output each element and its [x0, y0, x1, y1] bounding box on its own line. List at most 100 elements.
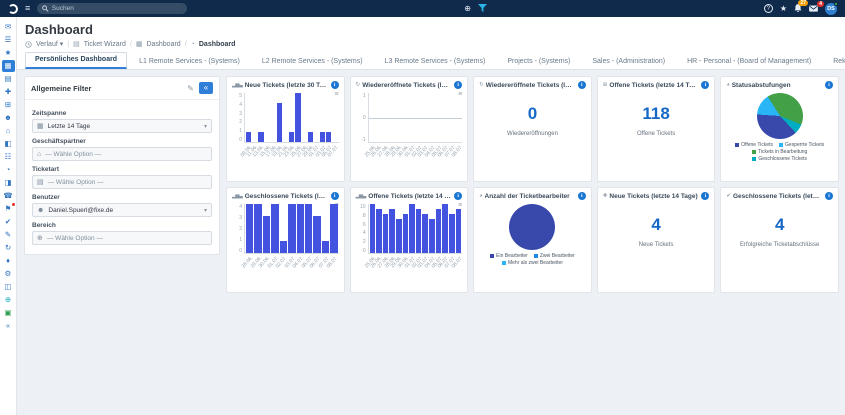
sidebar-item-settings-icon[interactable]: ⚙	[2, 268, 15, 280]
geschaeftspartner-select[interactable]: ⌂ — Wähle Option —	[32, 147, 212, 161]
breadcrumb-dashboard[interactable]: Dashboard	[146, 41, 180, 48]
benutzer-select[interactable]: ☻ Daniel.Spuerl@fixe.de ▾	[32, 203, 212, 217]
tab-pers-nliches-dashboard[interactable]: Persönliches Dashboard	[25, 52, 128, 69]
sidebar-item-new-ticket-icon[interactable]: ✚	[2, 86, 15, 98]
sidebar-item-dashboard-icon[interactable]: ▦	[1, 60, 15, 72]
info-icon[interactable]: i	[330, 81, 339, 89]
bar-chart: 5 4 3 2 1 0 09.06. 11.06. 13.06. 15.06. 17.06. 19.0…	[232, 93, 340, 158]
info-icon[interactable]: i	[701, 192, 710, 200]
x-tick: 08.07.	[450, 254, 464, 269]
sidebar-item-reports-icon[interactable]: ◨	[2, 177, 15, 189]
page-header: Dashboard Verlauf ▾ | ▤ Ticket Wizard / …	[17, 17, 845, 48]
tab-projects-systems[interactable]: Projects - (Systems)	[497, 54, 580, 69]
sidebar-item-favorites-icon[interactable]: ★	[2, 47, 15, 59]
filter-label-bereich: Bereich	[32, 222, 56, 229]
tab-sales-administration[interactable]: Sales - (Administration)	[582, 54, 675, 69]
sidebar-item-phone-icon[interactable]: ☎	[2, 190, 15, 202]
x-axis-labels: 25.06. 26.06. 27.06. 28.06. 29.06. 30.06. 01.0…	[363, 254, 464, 269]
widget-offene-tickets-stat: ⊞ Offene Tickets (letzte 14 Tage) i 118 Offe…	[596, 76, 716, 182]
info-icon[interactable]: i	[330, 192, 339, 200]
global-search[interactable]	[37, 3, 188, 14]
user-avatar[interactable]: DS	[825, 1, 839, 15]
clock-icon	[25, 40, 32, 48]
tab-reklamationen-administration[interactable]: Reklamationen - (Administration)	[823, 54, 845, 69]
info-icon[interactable]: i	[824, 192, 833, 200]
widget-header: ▂▅▃ Neue Tickets (letzte 30 Tage) i	[232, 81, 339, 89]
legend-swatch	[752, 150, 757, 154]
sidebar-item-calendar-icon[interactable]: ⊞	[2, 99, 15, 111]
sidebar-item-customers-icon[interactable]: ☻	[2, 112, 15, 124]
tab-hr-personal-board-of-management[interactable]: HR - Personal - (Board of Management)	[677, 54, 821, 69]
y-axis: 10 8 6 4 2 0	[356, 204, 366, 254]
legend-label: Gesperrte Tickets	[785, 142, 825, 148]
hamburger-menu-icon[interactable]: ≡	[25, 4, 30, 13]
widget-header: ▂▅▃Offene Tickets (letzte 14 Tage)i	[356, 192, 463, 200]
sidebar-item-status-icon[interactable]: ▣	[2, 307, 15, 319]
info-icon[interactable]: i	[454, 192, 463, 200]
sidebar-item-sync-icon[interactable]: ↻	[2, 242, 15, 254]
sidebar-item-knowledge-base-icon[interactable]: ☷	[2, 151, 15, 163]
chevron-down-icon: ▾	[59, 41, 64, 48]
y-tick-label: 4	[362, 230, 366, 237]
widget-header: ⊞ Offene Tickets (letzte 14 Tage) i	[603, 81, 710, 89]
notifications-bell-icon[interactable]: 27	[794, 0, 809, 13]
sidebar-item-organizations-icon[interactable]: ⌂	[2, 125, 15, 137]
help-icon[interactable]: ?	[763, 4, 773, 13]
filter-funnel-icon[interactable]	[477, 4, 487, 13]
bar	[396, 218, 402, 253]
collapse-panel-button[interactable]: «	[199, 82, 213, 94]
tab-l1-remote-services-systems[interactable]: L1 Remote Services - (Systems)	[129, 54, 250, 69]
favorites-star-icon[interactable]: ★	[780, 4, 787, 13]
edit-pencil-icon[interactable]: ✎	[187, 84, 194, 93]
widget-title: Offene Tickets (letzte 14 Tage)	[609, 81, 699, 89]
sidebar-item-admin-icon[interactable]: ◫	[2, 281, 15, 293]
sidebar-item-tickets-icon[interactable]: ▤	[2, 73, 15, 85]
info-icon[interactable]: i	[824, 81, 833, 89]
info-icon[interactable]: i	[701, 81, 710, 89]
sidebar-item-overview-icon[interactable]: ☰	[2, 34, 15, 46]
ticketart-placeholder: — Wähle Option —	[47, 178, 104, 186]
stat-label: Offene Tickets	[636, 131, 676, 137]
legend-label: Ein Bearbeiter	[496, 253, 528, 259]
sidebar-item-tasks-icon[interactable]: ✔	[2, 216, 15, 228]
tab-l2-remote-services-systems[interactable]: L2 Remote Services - (Systems)	[252, 54, 373, 69]
sidebar-rail: ✉ ☰ ★ ▦ ▤ ✚ ⊞ ☻ ⌂ ◧ ☷ ◔ ◨ ☎ ⚑ ✔ ✎ ↻ ♦ ⚙ ◫ ⊕ ▣ «	[0, 17, 17, 415]
info-icon[interactable]: i	[577, 81, 586, 89]
search-input[interactable]	[51, 5, 183, 12]
widget-type-icon: ⊞	[602, 82, 608, 88]
app-logo[interactable]	[8, 3, 18, 14]
bar	[276, 102, 283, 142]
ticketart-select[interactable]: ▤ — Wähle Option —	[32, 175, 212, 189]
sidebar-item-statistics-icon[interactable]: ◔	[2, 164, 15, 176]
bar	[369, 204, 376, 253]
calendar-icon: ▦	[37, 123, 44, 130]
search-icon	[42, 5, 49, 12]
bars	[244, 204, 339, 254]
notification-count-badge: 27	[798, 0, 809, 6]
tab-l3-remote-services-systems[interactable]: L3 Remote Services - (Systems)	[375, 54, 496, 69]
y-axis: 1 0 -1	[356, 93, 365, 143]
sidebar-item-chat-icon[interactable]: ◧	[2, 138, 15, 150]
sidebar-item-logout-icon[interactable]: «	[2, 320, 15, 332]
globe-icon[interactable]: ⊕	[464, 4, 471, 13]
zeitspanne-select[interactable]: ▦ Letzte 14 Tage ▾	[32, 119, 212, 133]
sidebar-item-priorities-icon[interactable]: ♦	[2, 255, 15, 267]
history-dropdown[interactable]: Verlauf ▾	[36, 40, 63, 48]
sidebar-item-notifications-icon[interactable]: ⚑	[2, 203, 15, 215]
stat-label: Erfolgreiche Ticketabschlüsse	[740, 242, 820, 248]
bar	[313, 216, 321, 253]
breadcrumb-ticket-wizard[interactable]: Ticket Wizard	[84, 41, 126, 48]
bereich-select[interactable]: ⊕ — Wähle Option —	[32, 231, 212, 245]
messages-envelope-icon[interactable]: 4	[809, 1, 825, 12]
content-area: Allgemeine Filter ✎ « Zeitspanne ▦ Letzt…	[17, 70, 845, 415]
sidebar-item-mail-icon[interactable]: ✉	[2, 21, 15, 33]
stat-label: Neue Tickets	[638, 242, 674, 248]
y-tick-label: 10	[360, 204, 366, 210]
info-icon[interactable]: i	[577, 192, 586, 200]
info-icon[interactable]: i	[454, 81, 463, 89]
filter-panel: Allgemeine Filter ✎ « Zeitspanne ▦ Letzt…	[24, 76, 220, 255]
sidebar-item-links-icon[interactable]: ⊕	[2, 294, 15, 306]
sidebar-item-edit-icon[interactable]: ✎	[2, 229, 15, 241]
widget-type-icon: ◕	[479, 193, 482, 199]
widget-title: Statusabstufungen	[731, 81, 791, 89]
